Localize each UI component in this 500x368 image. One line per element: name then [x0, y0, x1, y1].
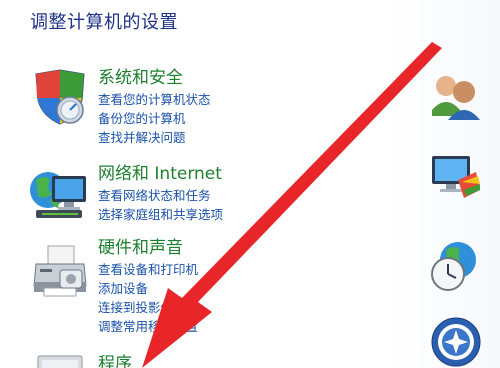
printer-icon[interactable] [30, 242, 90, 304]
category-title-programs[interactable]: 程序 [98, 352, 132, 368]
page-title: 调整计算机的设置 [30, 12, 178, 33]
category-title-hardware-sound[interactable]: 硬件和声音 [98, 236, 198, 260]
control-panel-page: 调整计算机的设置 系统和安全 查看您的计算机状态 备份您的计算机 查找并解决问题 [0, 0, 500, 368]
category-hardware-sound: 硬件和声音 查看设备和打印机 添加设备 连接到投影仪 调整常用移动设置 [98, 236, 198, 336]
shield-security-icon[interactable] [30, 68, 88, 130]
category-title-system-security[interactable]: 系统和安全 [98, 66, 211, 90]
category-network-internet: 网络和 Internet 查看网络状态和任务 选择家庭组和共享选项 [98, 162, 223, 224]
ease-of-access-icon[interactable] [430, 316, 484, 368]
category-programs: 程序 [98, 352, 132, 368]
link-view-computer-status[interactable]: 查看您的计算机状态 [98, 90, 211, 109]
network-globe-icon[interactable] [28, 166, 90, 228]
category-title-network-internet[interactable]: 网络和 Internet [98, 162, 223, 186]
link-backup-computer[interactable]: 备份您的计算机 [98, 109, 211, 128]
link-troubleshoot[interactable]: 查找并解决问题 [98, 128, 211, 147]
link-view-devices-printers[interactable]: 查看设备和打印机 [98, 260, 198, 279]
link-add-device[interactable]: 添加设备 [98, 279, 198, 298]
link-view-network-status[interactable]: 查看网络状态和任务 [98, 186, 223, 205]
link-connect-projector[interactable]: 连接到投影仪 [98, 298, 198, 317]
category-system-security: 系统和安全 查看您的计算机状态 备份您的计算机 查找并解决问题 [98, 66, 211, 147]
user-accounts-icon[interactable] [428, 70, 484, 128]
link-mobility-settings[interactable]: 调整常用移动设置 [98, 317, 198, 336]
programs-icon[interactable] [34, 352, 86, 368]
appearance-icon[interactable] [428, 150, 484, 208]
clock-globe-icon[interactable] [428, 238, 484, 298]
link-homegroup-sharing[interactable]: 选择家庭组和共享选项 [98, 205, 223, 224]
